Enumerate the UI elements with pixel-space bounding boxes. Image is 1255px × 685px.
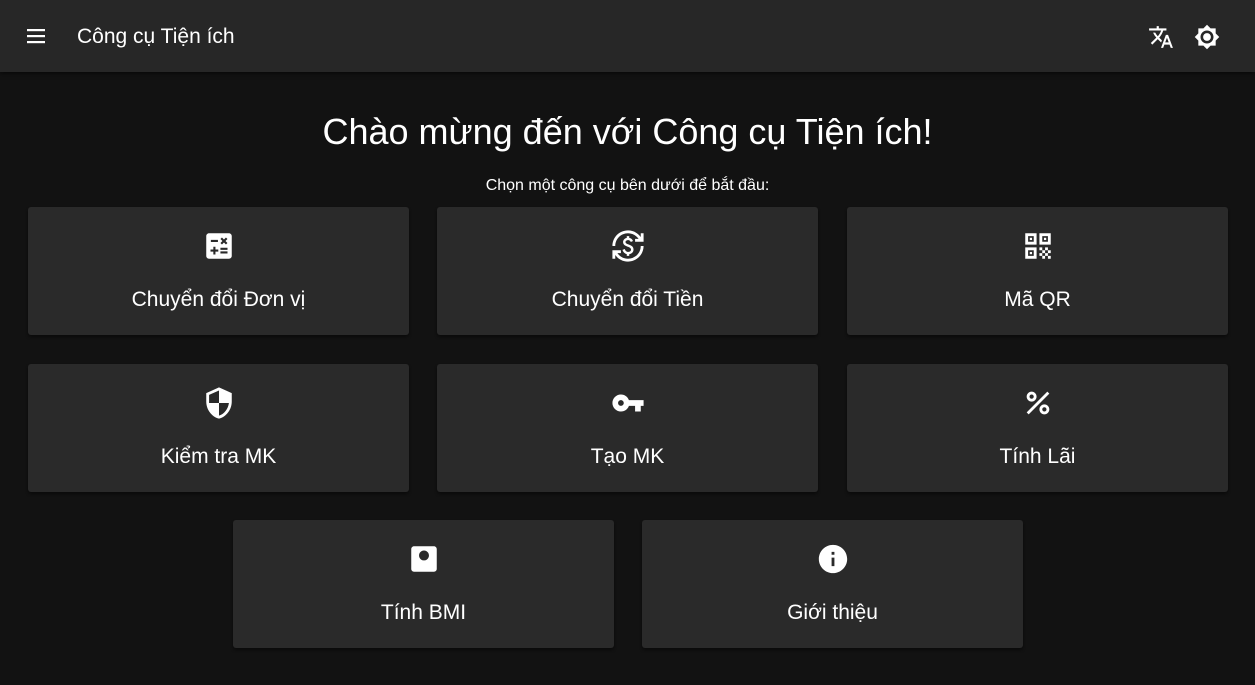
tool-card-about[interactable]: Giới thiệu xyxy=(642,520,1023,648)
translate-icon[interactable] xyxy=(1148,24,1174,50)
info-icon xyxy=(816,542,850,576)
tool-card-interest-calculator[interactable]: Tính Lãi xyxy=(847,364,1228,492)
tool-card-label: Giới thiệu xyxy=(787,601,878,624)
menu-icon[interactable] xyxy=(24,24,48,48)
tool-card-label: Tính Lãi xyxy=(999,445,1076,468)
tool-card-unit-converter[interactable]: Chuyển đổi Đơn vị xyxy=(28,207,409,335)
currency-exchange-icon xyxy=(611,229,645,263)
tool-card-qr-code[interactable]: Mã QR xyxy=(847,207,1228,335)
tool-card-password-checker[interactable]: Kiểm tra MK xyxy=(28,364,409,492)
tool-card-password-generator[interactable]: Tạo MK xyxy=(437,364,818,492)
key-icon xyxy=(611,386,645,420)
tool-card-label: Tính BMI xyxy=(380,601,467,624)
page-title: Chào mừng đến với Công cụ Tiện ích! xyxy=(322,111,933,152)
tool-card-currency-converter[interactable]: Chuyển đổi Tiền xyxy=(437,207,818,335)
app-title: Công cụ Tiện ích xyxy=(77,25,235,48)
calculator-icon xyxy=(202,229,236,263)
tool-card-label: Tạo MK xyxy=(590,445,665,468)
tool-card-bmi-calculator[interactable]: Tính BMI xyxy=(233,520,614,648)
tool-card-label: Chuyển đổi Tiền xyxy=(551,288,704,311)
app-bar: Công cụ Tiện ích xyxy=(0,0,1255,72)
percent-icon xyxy=(1021,386,1055,420)
brightness-icon[interactable] xyxy=(1194,24,1220,50)
page-subtitle: Chọn một công cụ bên dưới để bắt đầu: xyxy=(485,177,770,194)
tool-card-label: Chuyển đổi Đơn vị xyxy=(131,288,306,311)
qr-code-icon xyxy=(1021,229,1055,263)
security-shield-icon xyxy=(202,386,236,420)
tool-card-label: Mã QR xyxy=(1004,288,1071,311)
scale-icon xyxy=(407,542,441,576)
tool-card-label: Kiểm tra MK xyxy=(160,445,277,468)
